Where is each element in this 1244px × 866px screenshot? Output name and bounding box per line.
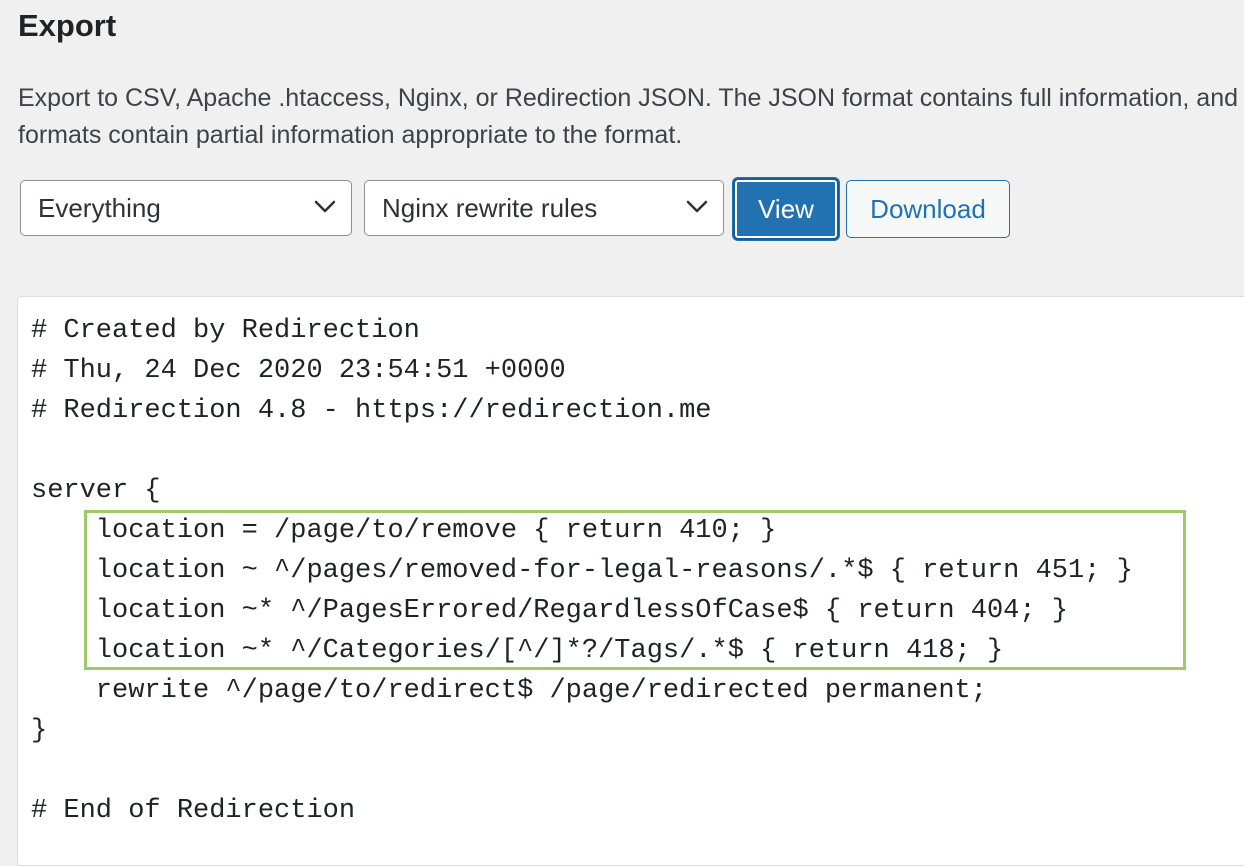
code-line: # Thu, 24 Dec 2020 23:54:51 +0000 [31,356,566,386]
code-line: location ~ ^/pages/removed-for-legal-rea… [31,556,1133,586]
chevron-down-icon [314,200,336,213]
code-line: location = /page/to/remove { return 410;… [31,516,777,546]
code-line: server { [31,476,161,506]
code-line: } [31,716,48,746]
download-button[interactable]: Download [846,180,1010,238]
page-title: Export [18,8,117,43]
export-output-textarea[interactable]: # Created by Redirection # Thu, 24 Dec 2… [17,296,1244,866]
view-button[interactable]: View [733,178,839,240]
code-line: # Redirection 4.8 - https://redirection.… [31,396,712,426]
code-line: location ~* ^/PagesErrored/RegardlessOfC… [31,596,1068,626]
code-line: # End of Redirection [31,796,356,826]
chevron-down-icon [686,200,708,213]
export-scope-select[interactable]: Everything [20,180,352,236]
code-line: rewrite ^/page/to/redirect$ /page/redire… [31,676,987,706]
export-scope-selected-value: Everything [38,192,161,223]
export-format-selected-value: Nginx rewrite rules [382,192,598,223]
code-line: # Created by Redirection [31,316,420,346]
export-description: Export to CSV, Apache .htaccess, Nginx, … [18,84,1244,149]
export-format-select[interactable]: Nginx rewrite rules [364,180,724,236]
code-line: location ~* ^/Categories/[^/]*?/Tags/.*$… [31,636,1004,666]
